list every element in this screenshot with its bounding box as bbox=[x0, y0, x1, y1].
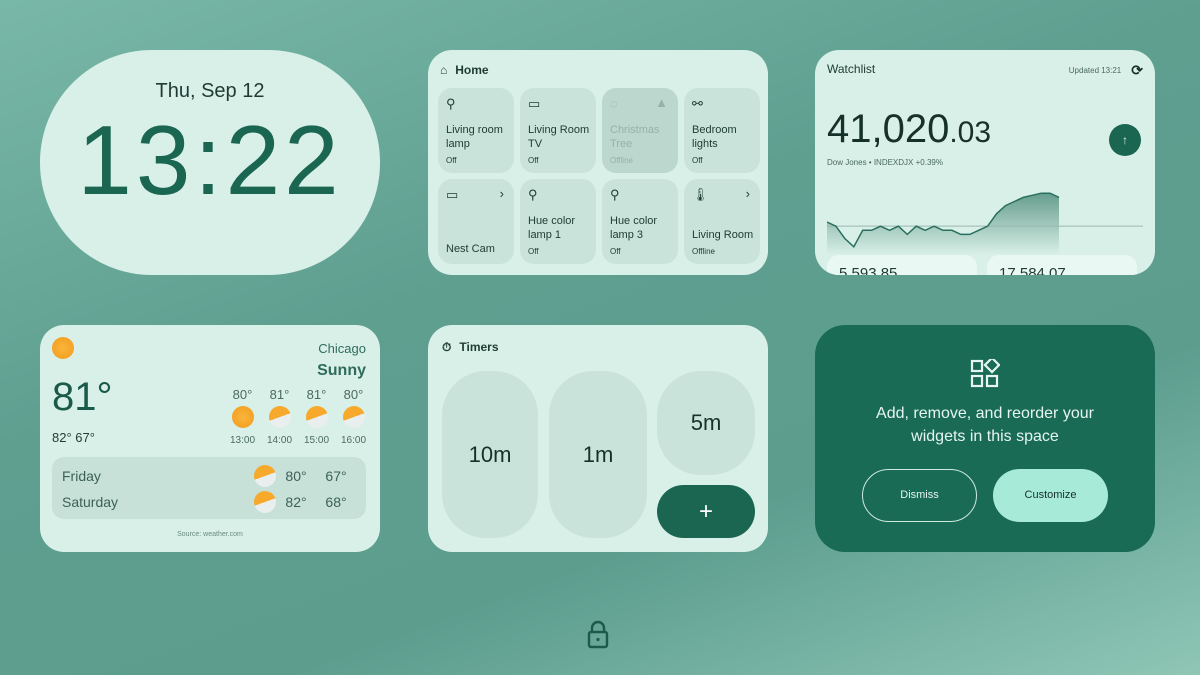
hour-time: 16:00 bbox=[341, 435, 367, 446]
weather-widget[interactable]: Chicago Sunny 81° 82° 67° 80° 13:00 81° 14:0… bbox=[40, 325, 380, 552]
sparkline-area bbox=[827, 193, 1059, 255]
dismiss-button[interactable]: Dismiss bbox=[862, 469, 977, 522]
home-icon: ⌂ bbox=[440, 63, 448, 77]
current-temp: 81° bbox=[52, 375, 113, 419]
day-high: 82° bbox=[285, 494, 307, 510]
sparkline-chart bbox=[827, 192, 1143, 255]
timers-widget: ⏱ Timers 10m 1m 5m + bbox=[428, 325, 768, 552]
sun-icon bbox=[52, 337, 74, 359]
home-title: Home bbox=[455, 63, 489, 77]
day-name: Saturday bbox=[62, 494, 119, 510]
device-status: Off bbox=[446, 156, 457, 165]
customize-message: Add, remove, and reorder your widgets in… bbox=[876, 405, 1094, 445]
condition: Sunny bbox=[317, 362, 366, 379]
ticker-card[interactable]: 5,593.85 bbox=[827, 255, 977, 275]
hourly-forecast: 80° 13:00 bbox=[230, 387, 255, 446]
customize-widget: Add, remove, and reorder your widgets in… bbox=[815, 325, 1155, 552]
lightbulb-icon: ⚲ bbox=[610, 187, 620, 202]
device-tile[interactable]: ◌ ▲ Christmas Tree Offline bbox=[602, 88, 678, 173]
device-name: Christmas Tree bbox=[610, 124, 660, 150]
source: Source: weather.com bbox=[177, 531, 243, 538]
device-tile[interactable]: ⚯ Bedroom lights Off bbox=[684, 88, 760, 173]
clock-widget[interactable]: Thu, Sep 12 13:22 bbox=[40, 50, 380, 275]
lights-icon: ⚯ bbox=[692, 96, 703, 111]
device-name: Living Room TV bbox=[528, 124, 590, 150]
ticker-card[interactable]: 17,584.07 bbox=[987, 255, 1137, 275]
partly-cloudy-icon bbox=[254, 491, 276, 513]
partly-cloudy-icon bbox=[254, 465, 276, 487]
day-name: Friday bbox=[62, 468, 101, 484]
device-name: Living Room bbox=[692, 229, 754, 241]
hour-temp: 80° bbox=[343, 387, 364, 402]
updated-time: Updated 13:21 bbox=[1068, 66, 1122, 75]
city: Chicago bbox=[318, 341, 366, 356]
hour-temp: 81° bbox=[269, 387, 290, 402]
sun-icon bbox=[231, 406, 254, 428]
hour-temp: 80° bbox=[232, 387, 253, 402]
partly-cloudy-icon bbox=[342, 406, 365, 428]
add-timer-button[interactable]: + bbox=[657, 485, 755, 538]
hourly-forecast: 81° 15:00 bbox=[304, 387, 329, 446]
hour-time: 13:00 bbox=[230, 435, 256, 446]
device-status: Off bbox=[528, 156, 539, 165]
high-temp: 82° bbox=[52, 430, 72, 445]
hourly-forecast: 81° 14:00 bbox=[267, 387, 292, 446]
timer-icon: ⏱ bbox=[442, 339, 452, 354]
device-tile[interactable]: ⚲ Hue color lamp 3 Off bbox=[602, 179, 678, 264]
device-tile[interactable]: 🌡 › Living Room Offline bbox=[684, 179, 760, 264]
index-value: 41,020.03 bbox=[827, 107, 992, 151]
device-status: Off bbox=[610, 247, 621, 256]
home-widget: ⌂ Home ⚲ Living room lamp Off ▭ Living Room T… bbox=[428, 50, 768, 275]
timer-button[interactable]: 5m bbox=[657, 371, 755, 475]
timer-button[interactable]: 1m bbox=[549, 371, 647, 538]
low-temp: 67° bbox=[75, 430, 95, 445]
chevron-right-icon[interactable]: › bbox=[500, 186, 504, 201]
hour-temp: 81° bbox=[306, 387, 327, 402]
device-status: Off bbox=[692, 156, 703, 165]
partly-cloudy-icon bbox=[305, 406, 328, 428]
day-low: 68° bbox=[325, 494, 347, 510]
time: 13:22 bbox=[77, 105, 343, 215]
device-tile[interactable]: ▭ Living Room TV Off bbox=[520, 88, 596, 173]
device-tile[interactable]: ⚲ Living room lamp Off bbox=[438, 88, 514, 173]
device-status: Offline bbox=[692, 247, 715, 256]
day-low: 67° bbox=[325, 468, 347, 484]
warning-icon: ▲ bbox=[655, 95, 668, 110]
device-tile[interactable]: ⚲ Hue color lamp 1 Off bbox=[520, 179, 596, 264]
tv-icon: ▭ bbox=[528, 96, 541, 111]
thermometer-icon: 🌡 bbox=[692, 187, 709, 202]
partly-cloudy-icon bbox=[268, 406, 291, 428]
widgets-icon bbox=[970, 356, 1001, 388]
plug-icon: ◌ bbox=[610, 96, 618, 111]
device-status: Off bbox=[528, 247, 539, 256]
customize-button[interactable]: Customize bbox=[993, 469, 1108, 522]
daily-forecast: Saturday 82° 68° bbox=[62, 489, 356, 515]
lightbulb-icon: ⚲ bbox=[446, 96, 456, 111]
daily-forecast: Friday 80° 67° bbox=[62, 463, 356, 489]
camera-icon: ▭ bbox=[446, 187, 459, 202]
hourly-forecast: 80° 16:00 bbox=[341, 387, 366, 446]
device-tile[interactable]: ▭ › Nest Cam bbox=[438, 179, 514, 264]
day-high: 80° bbox=[285, 468, 307, 484]
device-name: Hue color lamp 1 bbox=[528, 215, 576, 241]
watchlist-title: Watchlist bbox=[827, 62, 876, 76]
chevron-right-icon[interactable]: › bbox=[746, 186, 750, 201]
lock-icon[interactable] bbox=[586, 620, 610, 650]
device-name: Nest Cam bbox=[446, 243, 495, 255]
timers-title: Timers bbox=[459, 340, 499, 354]
device-name: Hue color lamp 3 bbox=[610, 215, 658, 241]
device-name: Bedroom lights bbox=[692, 124, 737, 150]
hour-time: 14:00 bbox=[267, 435, 293, 446]
device-name: Living room lamp bbox=[446, 124, 503, 150]
hour-time: 15:00 bbox=[304, 435, 330, 446]
index-subtitle: Dow Jones • INDEXDJX +0.39% bbox=[827, 158, 943, 167]
refresh-icon[interactable]: ⟳ bbox=[1131, 62, 1143, 79]
watchlist-widget[interactable]: Watchlist Updated 13:21 ⟳ 41,020.03 Dow J… bbox=[815, 50, 1155, 275]
trend-up-button[interactable]: ↑ bbox=[1109, 124, 1141, 156]
lightbulb-icon: ⚲ bbox=[528, 187, 538, 202]
timer-button[interactable]: 10m bbox=[442, 371, 538, 538]
date: Thu, Sep 12 bbox=[155, 80, 265, 102]
device-status: Offline bbox=[610, 156, 633, 165]
